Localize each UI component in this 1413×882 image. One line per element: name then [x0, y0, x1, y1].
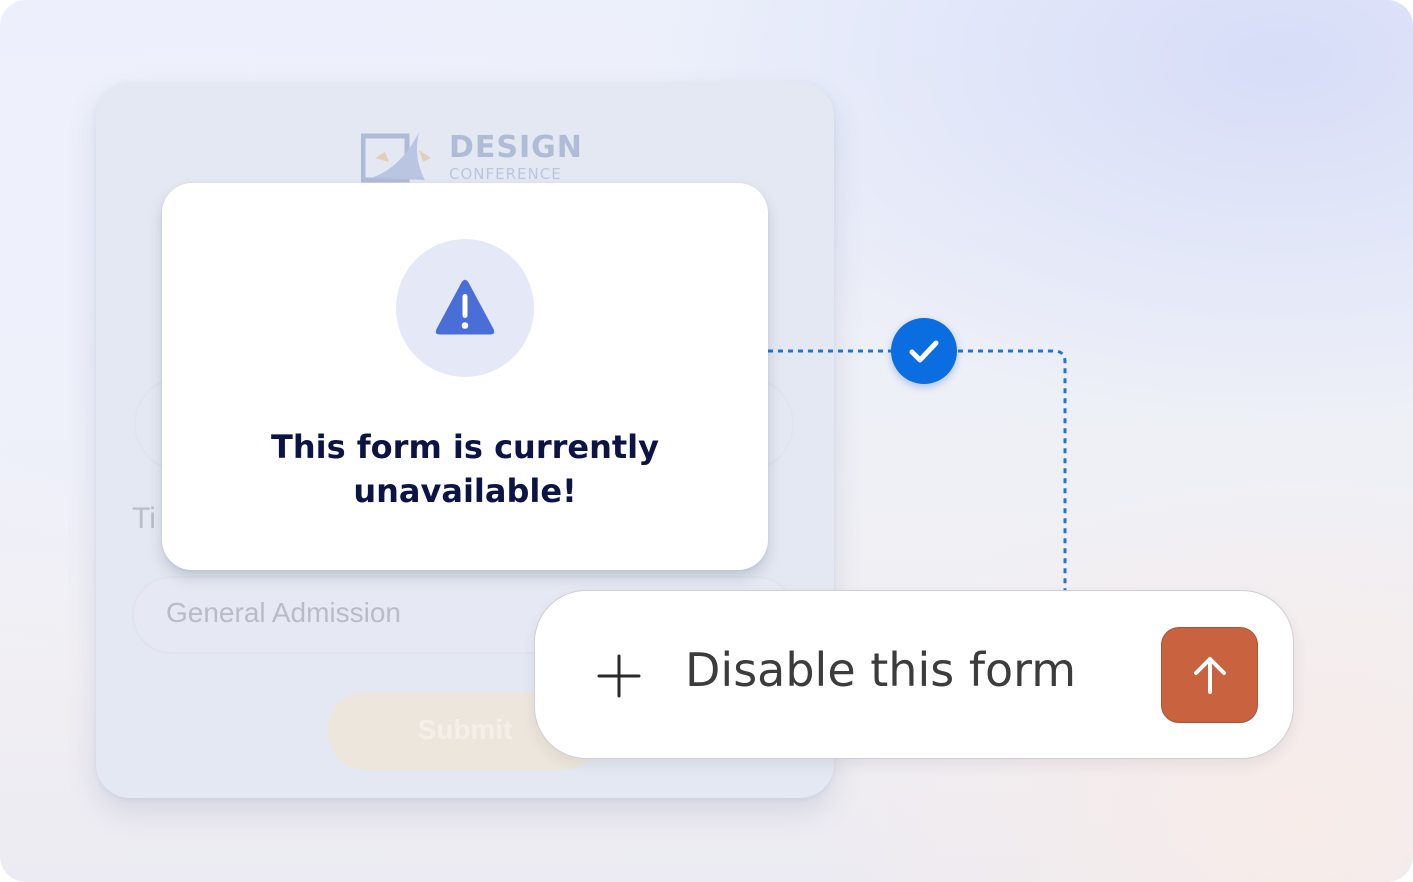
conference-logo: DESIGN CONFERENCE	[361, 122, 601, 192]
warning-icon-circle	[396, 239, 534, 377]
command-text[interactable]: Disable this form	[685, 643, 1076, 697]
logo-title: DESIGN	[449, 130, 583, 165]
form-unavailable-popup: This form is currently unavailable!	[162, 183, 768, 570]
ticket-type-value: General Admission	[166, 597, 402, 628]
canvas: DESIGN CONFERENCE Ti General Admission S…	[0, 0, 1413, 882]
conference-logo-mark-icon	[361, 132, 431, 183]
connector-check-badge	[891, 318, 957, 384]
arrow-up-icon	[1194, 657, 1226, 694]
unavailable-message: This form is currently unavailable!	[270, 428, 659, 510]
command-input-bar[interactable]: Disable this form	[534, 590, 1294, 759]
send-button[interactable]	[1161, 627, 1258, 723]
ticket-field-label: Ti	[132, 502, 156, 535]
checkmark-icon	[909, 340, 939, 363]
plus-icon[interactable]	[597, 654, 641, 698]
logo-subtitle: CONFERENCE	[449, 165, 562, 183]
warning-triangle-icon	[435, 279, 495, 335]
